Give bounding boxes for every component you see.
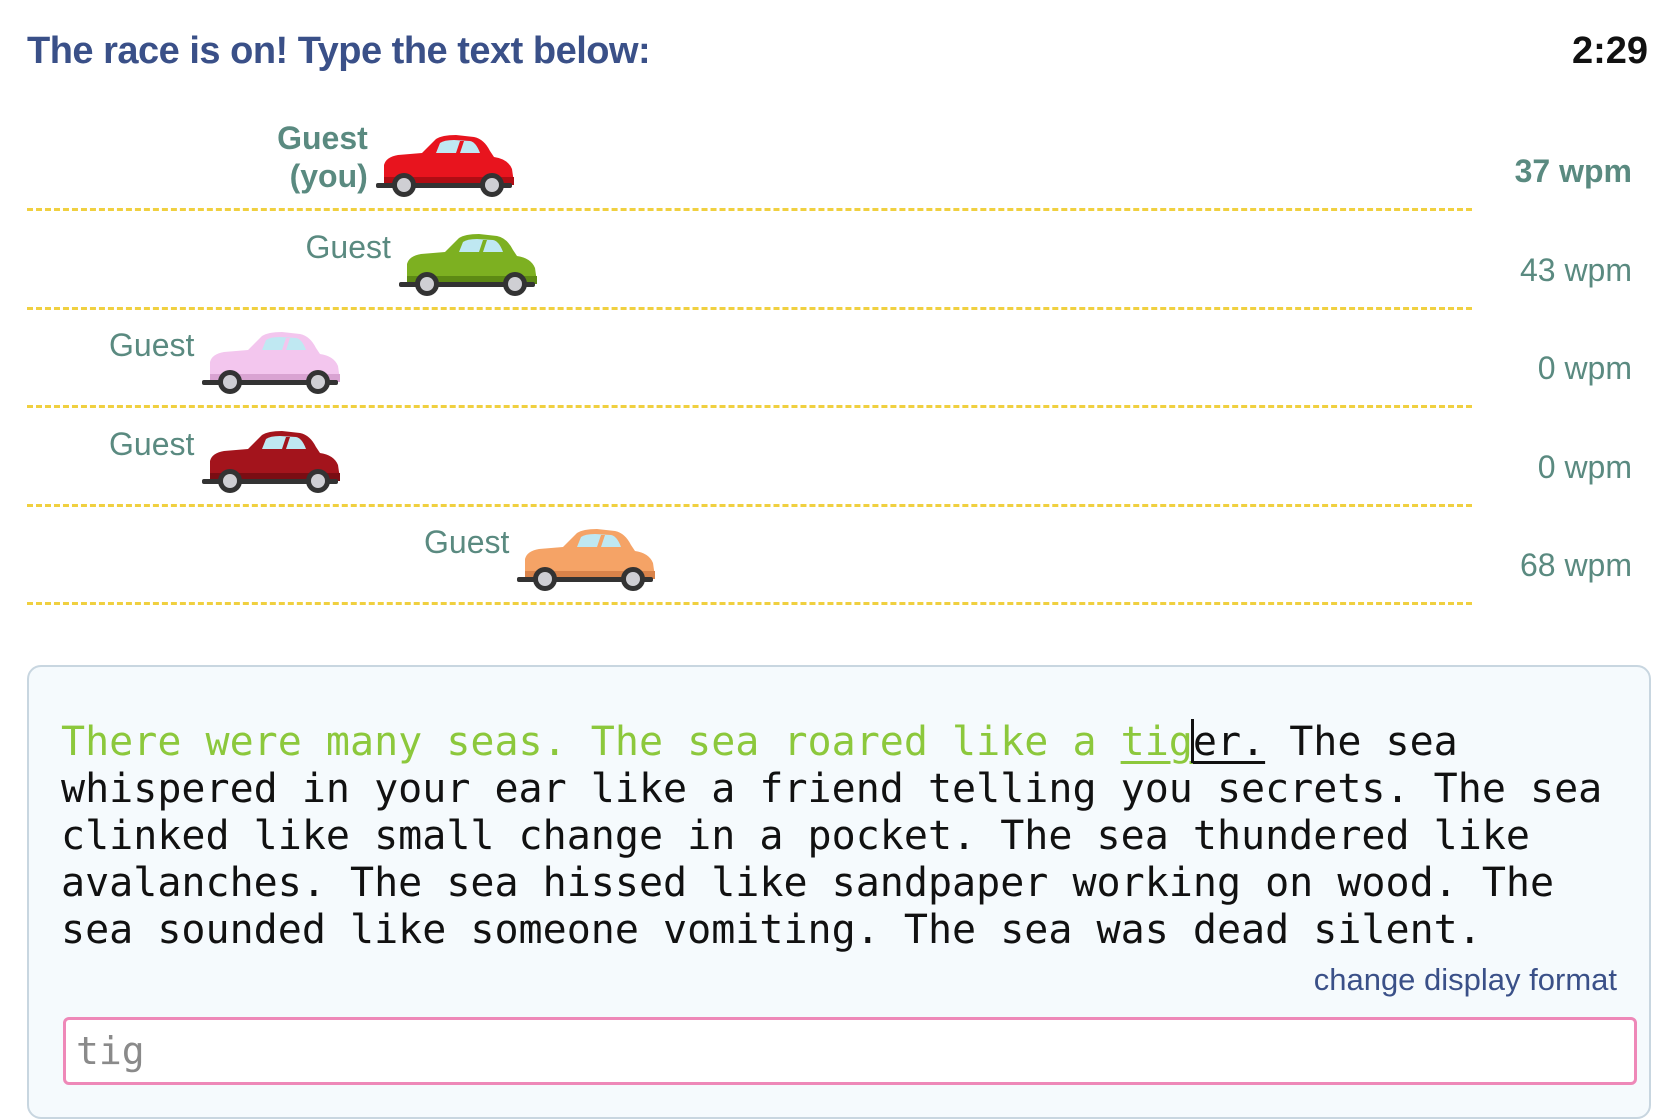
- race-lane: Guest 0 wpm: [0, 302, 1674, 409]
- racer-name: Guest: [109, 425, 195, 462]
- race-lane: Guest 43 wpm: [0, 204, 1674, 310]
- racer-wpm: 68 wpm: [1519, 547, 1632, 584]
- racer-wpm: 0 wpm: [1537, 448, 1632, 485]
- change-display-format-link[interactable]: change display format: [1314, 962, 1617, 998]
- racer-wpm: 0 wpm: [1537, 350, 1632, 387]
- typed-text: There were many seas. The sea roared lik…: [61, 719, 1121, 765]
- racer-name: Guest (you): [277, 120, 368, 194]
- race-track: Guest (you) 37 wpm Guest 43 wpm Guest 0 wpm Gu…: [0, 105, 1674, 645]
- racer-car-group: Guest: [287, 505, 657, 595]
- racer-wpm: 37 wpm: [1514, 153, 1632, 189]
- race-car-icon: [200, 328, 342, 398]
- race-lane: Guest (you) 37 wpm: [0, 105, 1674, 211]
- race-text: There were many seas. The sea roared lik…: [61, 719, 1621, 954]
- race-car-icon: [515, 525, 657, 595]
- race-car-icon: [397, 230, 539, 300]
- race-lane: Guest 68 wpm: [0, 499, 1674, 606]
- current-word-typed: tig: [1120, 719, 1193, 765]
- race-status-title: The race is on! Type the text below:: [27, 30, 651, 72]
- text-panel: There were many seas. The sea roared lik…: [27, 665, 1651, 1119]
- race-timer: 2:29: [1571, 30, 1648, 72]
- race-car-icon: [374, 131, 516, 201]
- racer-name: Guest: [109, 327, 195, 364]
- race-car-icon: [200, 427, 342, 497]
- racer-car-group: Guest: [0, 407, 342, 497]
- current-word-remaining: er.: [1192, 719, 1266, 765]
- racer-car-group: Guest: [169, 210, 539, 300]
- racer-car-group: Guest: [0, 308, 342, 398]
- racer-name: Guest: [424, 524, 510, 561]
- racer-name: Guest: [305, 228, 391, 265]
- lane-divider: [27, 602, 1472, 606]
- racer-car-group: Guest (you): [146, 111, 516, 201]
- typing-input[interactable]: [63, 1017, 1637, 1085]
- racer-wpm: 43 wpm: [1519, 251, 1632, 288]
- race-lane: Guest 0 wpm: [0, 401, 1674, 507]
